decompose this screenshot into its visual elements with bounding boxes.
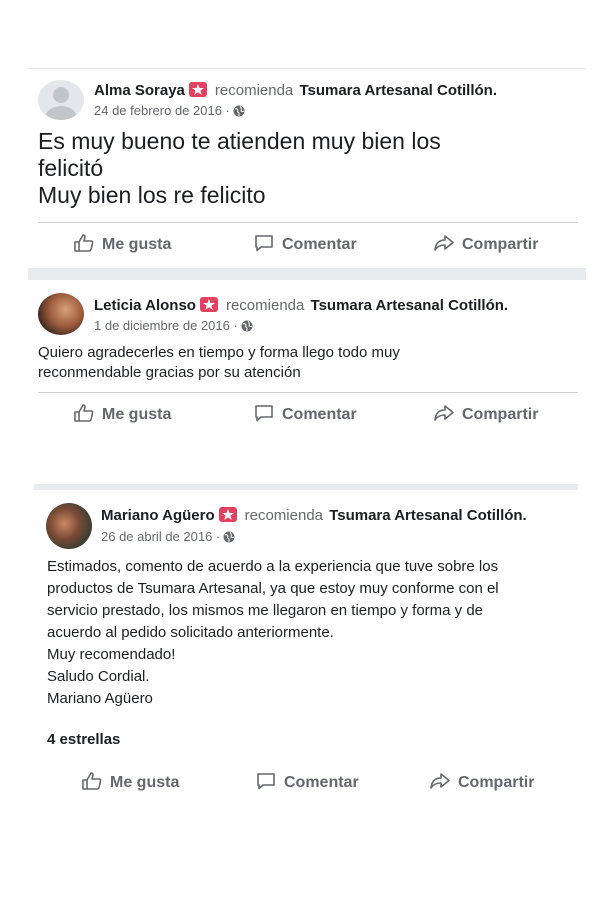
post-header: Leticia Alonso recomienda Tsumara Artesan… <box>94 297 508 314</box>
share-button[interactable]: Compartir <box>434 234 538 254</box>
page-name[interactable]: Tsumara Artesanal Cotillón. <box>329 507 527 524</box>
comment-button[interactable]: Comentar <box>254 234 357 254</box>
author-name[interactable]: Alma Soraya <box>94 82 185 99</box>
page-name[interactable]: Tsumara Artesanal Cotillón. <box>299 82 497 99</box>
like-thumb-icon <box>74 404 94 422</box>
share-arrow-icon <box>434 235 454 251</box>
post-body: Es muy bueno te atienden muy bien los fe… <box>38 128 441 208</box>
recommend-badge-icon <box>188 82 207 97</box>
post-gap <box>34 484 578 490</box>
share-button[interactable]: Compartir <box>434 404 538 424</box>
comment-bubble-icon <box>255 405 273 422</box>
comment-bubble-icon <box>255 235 273 252</box>
comment-button[interactable]: Comentar <box>254 404 357 424</box>
share-button[interactable]: Compartir <box>430 772 534 792</box>
comment-button[interactable]: Comentar <box>256 772 359 792</box>
recommends-text: recomienda <box>225 297 305 314</box>
avatar[interactable] <box>38 293 84 335</box>
comment-bubble-icon <box>257 773 275 790</box>
comment-label: Comentar <box>282 406 357 423</box>
comment-label: Comentar <box>284 774 359 791</box>
actions-separator <box>38 392 578 393</box>
post-body: Quiero agradecerles en tiempo y forma ll… <box>38 344 400 381</box>
actions-separator <box>38 222 578 223</box>
avatar[interactable] <box>38 80 84 120</box>
like-button[interactable]: Me gusta <box>82 772 179 792</box>
globe-icon <box>223 531 235 543</box>
page-name[interactable]: Tsumara Artesanal Cotillón. <box>311 297 509 314</box>
like-label: Me gusta <box>102 236 172 253</box>
post-top-border <box>28 68 586 69</box>
avatar[interactable] <box>46 503 92 549</box>
post-date[interactable]: 24 de febrero de 2016 · <box>94 103 245 118</box>
recommends-text: recomienda <box>214 82 294 99</box>
globe-icon <box>241 320 253 332</box>
post-header: Alma Soraya recomienda Tsumara Artesanal … <box>94 82 497 99</box>
date-text: 24 de febrero de 2016 · <box>94 103 230 118</box>
share-label: Compartir <box>462 406 539 423</box>
author-name[interactable]: Leticia Alonso <box>94 297 196 314</box>
like-label: Me gusta <box>102 406 172 423</box>
post-body: Estimados, comento de acuerdo a la exper… <box>47 558 499 707</box>
date-text: 1 de diciembre de 2016 · <box>94 318 238 333</box>
rating-text: 4 estrellas <box>47 731 121 748</box>
recommends-text: recomienda <box>244 507 324 524</box>
post-header: Mariano Agüero recomienda Tsumara Artesan… <box>101 507 527 524</box>
like-button[interactable]: Me gusta <box>74 234 171 254</box>
default-avatar-icon <box>45 87 77 120</box>
like-button[interactable]: Me gusta <box>74 404 171 424</box>
post-date[interactable]: 1 de diciembre de 2016 · <box>94 318 253 333</box>
like-label: Me gusta <box>110 774 180 791</box>
date-text: 26 de abril de 2016 · <box>101 529 221 544</box>
like-thumb-icon <box>82 772 102 790</box>
globe-icon <box>233 105 245 117</box>
share-arrow-icon <box>434 405 454 421</box>
share-label: Compartir <box>462 236 539 253</box>
recommend-badge-icon <box>199 297 218 312</box>
comment-label: Comentar <box>282 236 357 253</box>
share-arrow-icon <box>430 773 450 789</box>
like-thumb-icon <box>74 234 94 252</box>
post-gap <box>28 268 586 280</box>
recommend-badge-icon <box>218 507 237 522</box>
share-label: Compartir <box>458 774 535 791</box>
author-name[interactable]: Mariano Agüero <box>101 507 215 524</box>
post-date[interactable]: 26 de abril de 2016 · <box>101 529 235 544</box>
